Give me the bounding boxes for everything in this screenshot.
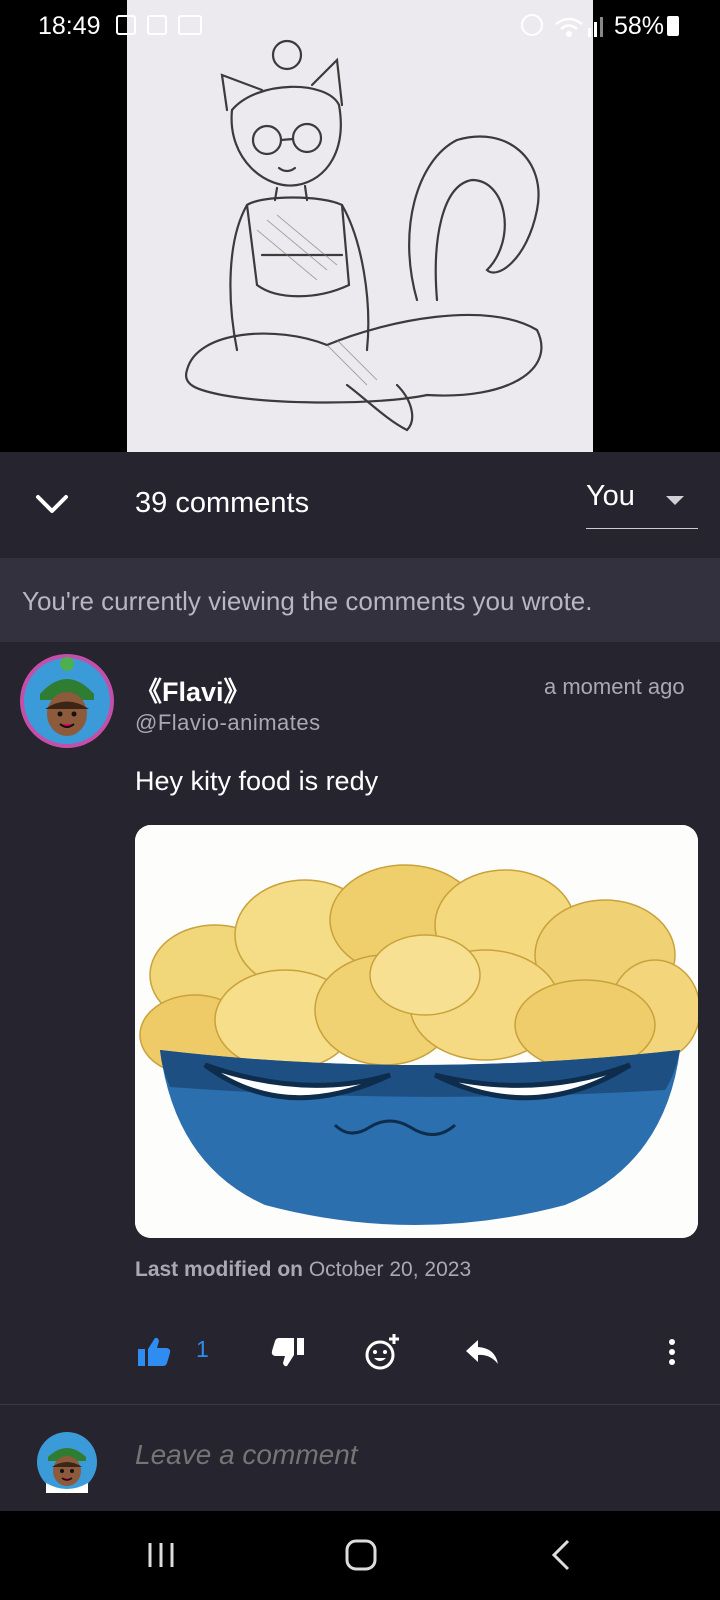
comment: 《Flavi》 @Flavio-animates a moment ago He… xyxy=(0,642,720,1404)
vpn-icon xyxy=(178,15,202,35)
reply-icon[interactable] xyxy=(462,1332,502,1372)
author-avatar[interactable] xyxy=(20,654,114,748)
status-time: 18:49 xyxy=(38,12,101,40)
sketch-image[interactable] xyxy=(127,0,593,452)
filter-value: You xyxy=(586,480,635,512)
thumbs-up-icon[interactable] xyxy=(134,1332,174,1372)
wifi-icon xyxy=(555,17,583,37)
comments-header: 39 comments You xyxy=(0,452,720,558)
post-image-area xyxy=(0,0,720,452)
comment-timestamp: a moment ago xyxy=(544,674,685,699)
chevron-down-icon[interactable] xyxy=(30,482,74,526)
like-count: 1 xyxy=(196,1336,209,1362)
notice-bar: You're currently viewing the comments yo… xyxy=(0,558,720,642)
caret-down-icon xyxy=(666,496,684,505)
more-options-icon[interactable] xyxy=(664,1332,680,1372)
comments-filter-select[interactable]: You xyxy=(586,474,698,529)
gallery-icon xyxy=(116,15,136,35)
last-modified-date: October 20, 2023 xyxy=(308,1258,472,1281)
battery-percent: 58% xyxy=(614,12,665,40)
back-icon[interactable] xyxy=(538,1533,588,1577)
comment-attached-image[interactable] xyxy=(135,825,698,1238)
user-avatar xyxy=(37,1432,97,1493)
recent-apps-icon[interactable] xyxy=(136,1533,186,1577)
author-handle[interactable]: @Flavio-animates xyxy=(135,710,321,736)
battery-icon xyxy=(667,16,679,36)
comment-composer xyxy=(0,1405,720,1511)
comment-input[interactable] xyxy=(135,1439,655,1471)
notice-text: You're currently viewing the comments yo… xyxy=(22,586,593,616)
comment-text: Hey kity food is redy xyxy=(135,766,379,796)
author-name[interactable]: 《Flavi》 xyxy=(135,670,251,709)
video-icon xyxy=(147,15,167,35)
navigation-bar xyxy=(0,1511,720,1600)
add-reaction-icon[interactable] xyxy=(362,1332,402,1372)
home-icon[interactable] xyxy=(336,1533,386,1577)
last-modified: Last modified on October 20, 2023 xyxy=(135,1258,471,1282)
alarm-icon xyxy=(521,14,543,36)
thumbs-down-icon[interactable] xyxy=(268,1332,308,1372)
last-modified-label: Last modified on xyxy=(135,1258,303,1281)
status-bar: 18:49 58% xyxy=(0,0,720,54)
comments-count: 39 comments xyxy=(135,487,310,519)
signal-icon xyxy=(588,17,603,37)
